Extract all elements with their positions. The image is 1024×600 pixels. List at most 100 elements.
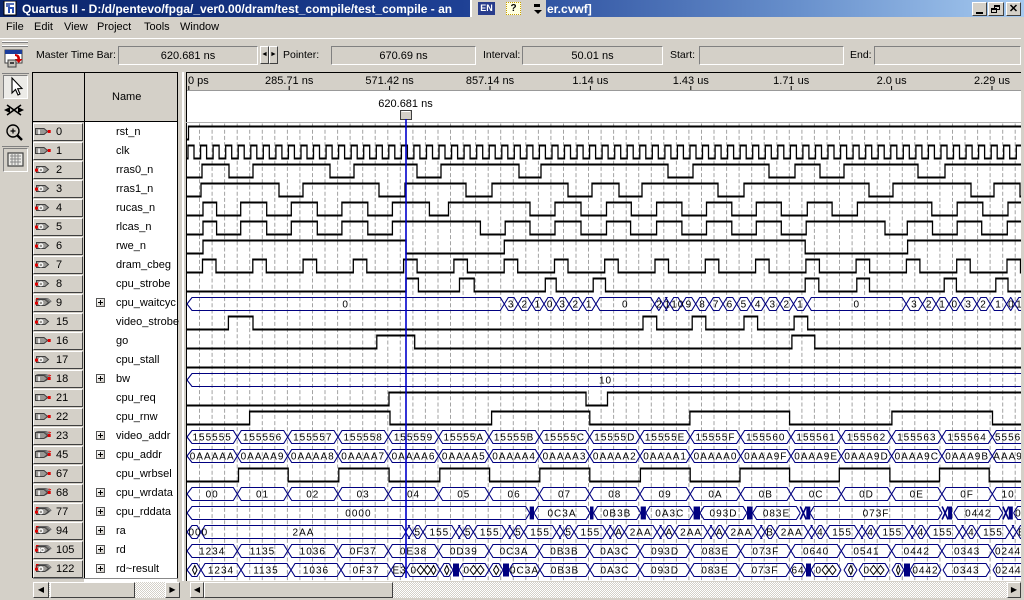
svg-text:0F37: 0F37 <box>353 566 380 577</box>
svg-text:0E: 0E <box>910 490 924 501</box>
svg-text:4: 4 <box>755 300 762 311</box>
svg-text:093D: 093D <box>651 547 679 558</box>
svg-text:07: 07 <box>558 490 571 501</box>
svg-text:2: 2 <box>522 300 529 311</box>
svg-text:8: 8 <box>699 300 706 311</box>
svg-text:0B3B: 0B3B <box>603 509 631 520</box>
svg-text:0AAA9C: 0AAA9C <box>895 452 939 463</box>
svg-text:083E: 083E <box>701 566 728 577</box>
svg-text:0: 0 <box>854 300 861 311</box>
svg-text:1135: 1135 <box>250 547 276 558</box>
svg-text:08: 08 <box>608 490 621 501</box>
svg-text:0A3C: 0A3C <box>600 547 629 558</box>
svg-text:01: 01 <box>256 490 269 501</box>
svg-text:0: 0 <box>547 300 554 311</box>
svg-text:0F: 0F <box>960 490 974 501</box>
svg-text:0AAAA4: 0AAAA4 <box>492 452 536 463</box>
svg-text:6: 6 <box>727 300 734 311</box>
svg-text:5: 5 <box>465 528 472 539</box>
svg-text:7: 7 <box>713 300 720 311</box>
svg-text:1: 1 <box>535 300 542 311</box>
svg-text:A: A <box>666 528 674 539</box>
svg-text:0C: 0C <box>809 490 824 501</box>
svg-text:155563: 155563 <box>897 433 936 444</box>
svg-text:0: 0 <box>1008 300 1015 311</box>
svg-text:155: 155 <box>530 528 550 539</box>
svg-text:0A3C: 0A3C <box>655 509 684 520</box>
svg-text:155557: 155557 <box>293 433 332 444</box>
svg-text:0: 0 <box>342 300 349 311</box>
svg-text:155: 155 <box>983 528 1003 539</box>
svg-text:2AA: 2AA <box>293 528 315 539</box>
svg-text:0E38: 0E38 <box>400 547 427 558</box>
svg-text:0AAAA0: 0AAAA0 <box>694 452 738 463</box>
svg-text:0244: 0244 <box>995 547 1021 558</box>
svg-text:0B: 0B <box>759 490 773 501</box>
svg-text:2.29 us: 2.29 us <box>974 75 1011 87</box>
svg-text:155558: 155558 <box>344 433 383 444</box>
svg-text:06: 06 <box>508 490 521 501</box>
svg-text:10: 10 <box>599 376 612 387</box>
svg-text:155: 155 <box>480 528 500 539</box>
svg-text:E3: E3 <box>393 566 407 577</box>
svg-text:1: 1 <box>664 300 671 311</box>
svg-text:0: 0 <box>622 300 629 311</box>
svg-text:0: 0 <box>411 566 417 577</box>
svg-text:2: 2 <box>926 300 933 311</box>
svg-text:155560: 155560 <box>746 433 785 444</box>
svg-text:0000: 0000 <box>345 509 371 520</box>
svg-text:083E: 083E <box>763 509 790 520</box>
svg-text:073F: 073F <box>752 566 779 577</box>
svg-text:A: A <box>615 528 623 539</box>
svg-text:0AAAA9: 0AAAA9 <box>241 452 285 463</box>
svg-text:1: 1 <box>995 300 1002 311</box>
svg-text:09: 09 <box>659 490 672 501</box>
svg-text:093D: 093D <box>710 509 738 520</box>
svg-text:0A: 0A <box>708 490 722 501</box>
svg-text:2: 2 <box>980 300 987 311</box>
svg-text:0C3A: 0C3A <box>547 509 576 520</box>
svg-text:0C3A: 0C3A <box>500 547 529 558</box>
svg-text:15555F: 15555F <box>696 433 736 444</box>
svg-text:0442: 0442 <box>904 547 930 558</box>
svg-text:05: 05 <box>457 490 470 501</box>
svg-text:B: B <box>766 528 774 539</box>
svg-text:2AA: 2AA <box>680 528 702 539</box>
svg-text:073F: 073F <box>863 509 890 520</box>
svg-text:073F: 073F <box>752 547 779 558</box>
svg-text:0AAAA5: 0AAAA5 <box>442 452 486 463</box>
svg-text:0442: 0442 <box>965 509 991 520</box>
svg-text:155: 155 <box>430 528 450 539</box>
svg-text:155561: 155561 <box>796 433 835 444</box>
svg-text:155: 155 <box>581 528 601 539</box>
svg-text:155555: 155555 <box>193 433 232 444</box>
svg-text:083E: 083E <box>702 547 729 558</box>
svg-text:155: 155 <box>933 528 953 539</box>
svg-text:1: 1 <box>797 300 804 311</box>
svg-text:285.71 ns: 285.71 ns <box>265 75 314 87</box>
svg-text:00: 00 <box>206 490 219 501</box>
svg-text:0442: 0442 <box>912 566 938 577</box>
svg-text:5: 5 <box>515 528 522 539</box>
svg-text:093D: 093D <box>651 566 679 577</box>
svg-text:0AAA9D: 0AAA9D <box>844 452 888 463</box>
svg-text:0AAAA6: 0AAAA6 <box>392 452 436 463</box>
svg-text:10: 10 <box>1002 490 1015 501</box>
svg-text:3: 3 <box>965 300 972 311</box>
svg-text:0541: 0541 <box>853 547 879 558</box>
svg-text:1234: 1234 <box>208 566 234 577</box>
svg-text:4: 4 <box>867 528 874 539</box>
svg-text:0AAAA2: 0AAAA2 <box>593 452 637 463</box>
svg-text:1: 1 <box>939 300 946 311</box>
svg-text:0AAA9F: 0AAA9F <box>744 452 787 463</box>
svg-text:3: 3 <box>911 300 918 311</box>
svg-text:2AA: 2AA <box>630 528 652 539</box>
svg-text:155556: 155556 <box>243 433 282 444</box>
svg-text:0AAA9E: 0AAA9E <box>794 452 838 463</box>
svg-text:4: 4 <box>918 528 925 539</box>
svg-text:5: 5 <box>565 528 572 539</box>
svg-text:1135: 1135 <box>253 566 279 577</box>
svg-text:155564: 155564 <box>947 433 986 444</box>
svg-text:0AAAAA: 0AAAAA <box>190 452 235 463</box>
svg-text:0: 0 <box>952 300 959 311</box>
